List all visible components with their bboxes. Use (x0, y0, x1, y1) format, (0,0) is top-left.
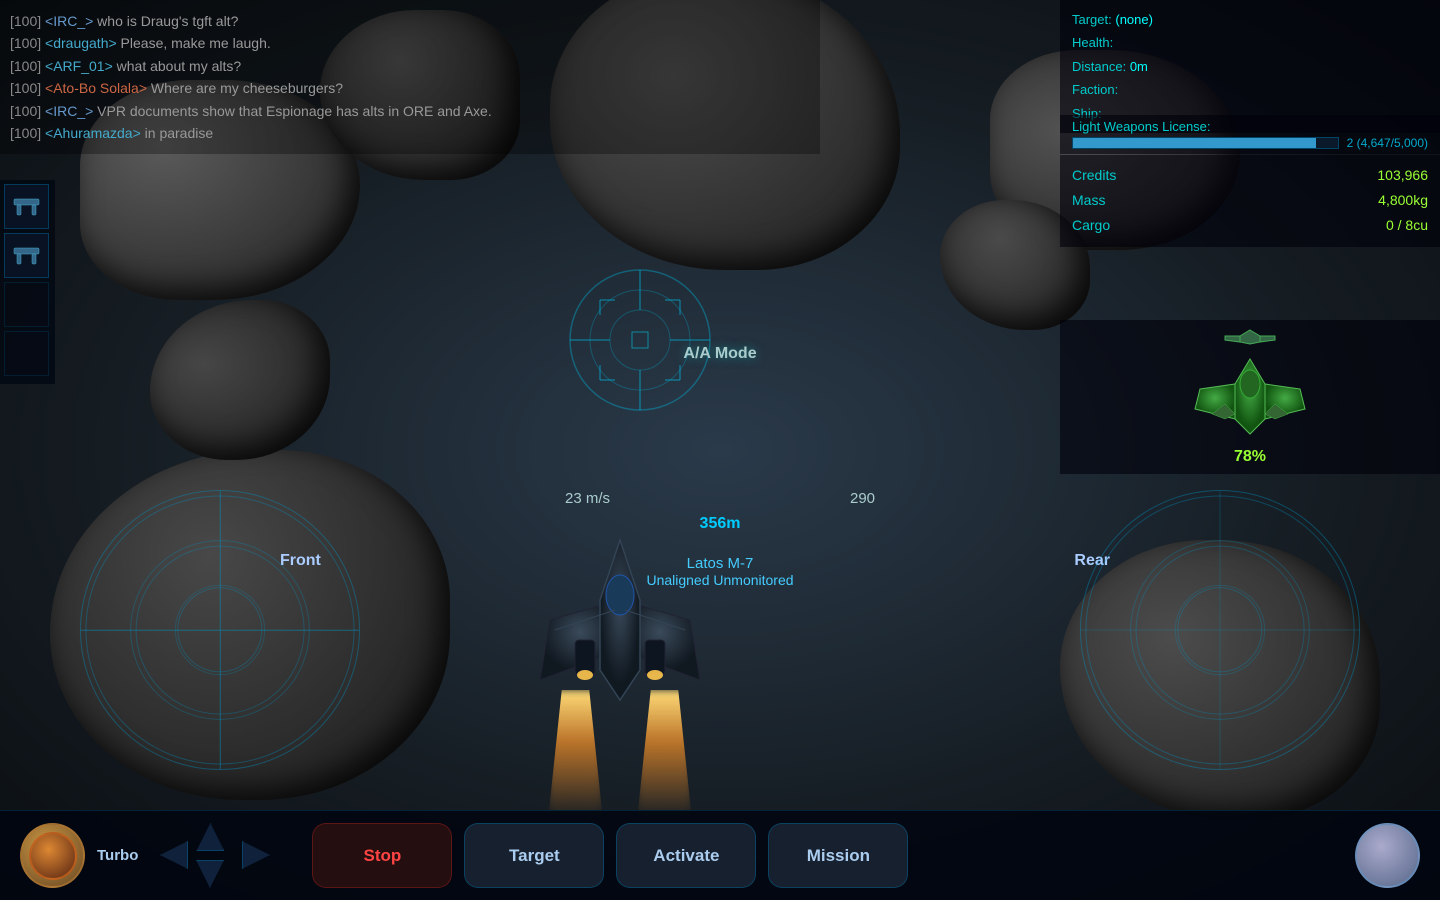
asteroid (1060, 540, 1380, 820)
target-button[interactable]: Target (464, 823, 604, 888)
turbo-label: Turbo (97, 847, 138, 864)
activate-button[interactable]: Activate (616, 823, 756, 888)
asteroid (80, 80, 360, 300)
dpad-down-button[interactable] (196, 860, 224, 888)
mission-button[interactable]: Mission (768, 823, 908, 888)
control-bar: Turbo Stop Target Activate Mission (0, 810, 1440, 900)
asteroid (940, 200, 1090, 330)
dpad-left-button[interactable] (160, 841, 188, 869)
dpad-right-button[interactable] (242, 841, 270, 869)
stop-button[interactable]: Stop (312, 823, 452, 888)
game-viewport (0, 0, 1440, 900)
dpad-up-button[interactable] (196, 823, 224, 851)
dpad-control (150, 823, 280, 888)
asteroid (150, 300, 330, 460)
asteroid (550, 0, 900, 270)
turbo-button[interactable] (20, 823, 85, 888)
asteroid (50, 450, 450, 800)
secondary-action-button[interactable] (1355, 823, 1420, 888)
